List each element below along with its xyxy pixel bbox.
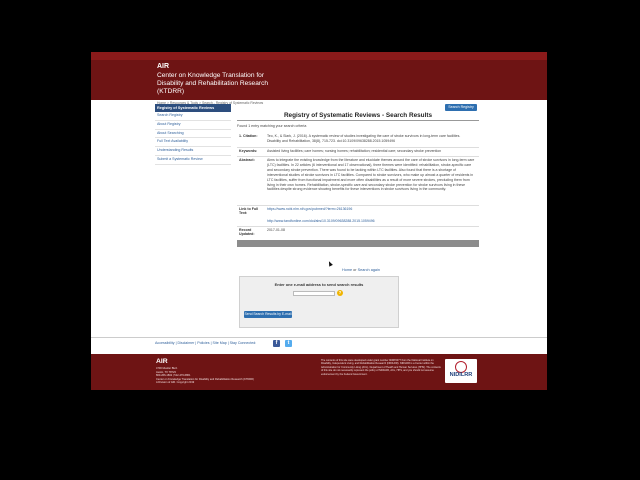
sidebar-item-about-searching[interactable]: About Searching — [155, 130, 231, 139]
site-title-line-1[interactable]: Center on Knowledge Translation for — [157, 72, 264, 79]
send-results-button[interactable]: Send Search Results by E-mail — [244, 311, 292, 318]
twitter-icon[interactable]: t — [285, 340, 292, 347]
footer-disclaimer: The contents of this site were developed… — [321, 359, 441, 376]
site-header: AIR Center on Knowledge Translation for … — [91, 60, 547, 100]
keywords-label: Keywords: — [239, 149, 258, 153]
footer-divider — [91, 337, 547, 338]
full-text-link[interactable]: https://www.ncbi.nlm.nih.gov/pubmed/?ter… — [267, 207, 475, 212]
footer-nav[interactable]: Accessibility | Disclaimer | Policies | … — [155, 341, 256, 345]
title-divider — [237, 120, 479, 121]
air-logo[interactable]: AIR — [157, 63, 169, 70]
sidebar-item-full-text[interactable]: Full Text Availability — [155, 138, 231, 148]
sidebar-header: Registry of Systematic Reviews — [155, 104, 231, 112]
or-text: or — [353, 268, 357, 272]
browser-page: AIR Center on Knowledge Translation for … — [91, 52, 547, 390]
mouse-cursor-icon — [327, 260, 333, 267]
email-results-panel: Enter one e-mail address to send search … — [239, 276, 399, 328]
divider — [237, 147, 479, 148]
email-label: Enter one e-mail address to send search … — [274, 282, 364, 287]
divider — [237, 156, 479, 157]
email-input[interactable] — [293, 291, 335, 296]
top-strip — [91, 52, 547, 60]
footer-address: 4700 Mueller Blvd. Austin, TX 78723 800-… — [156, 367, 254, 385]
search-again-link[interactable]: Search again — [358, 268, 380, 272]
results-end-bar — [237, 240, 479, 247]
link-to-full-text-label: Link to Full Text: — [239, 207, 259, 215]
nidilrr-logo-text: NIDILRR — [449, 372, 473, 378]
abstract-value: Aims to integrate the existing knowledge… — [267, 158, 475, 192]
site-title-line-2[interactable]: Disability and Rehabilitation Research — [157, 80, 268, 87]
full-text-link-2[interactable]: http://www.tandfonline.com/doi/abs/10.31… — [267, 219, 475, 224]
record-updated-value: 2017-01-08 — [267, 228, 285, 232]
footer-air-logo[interactable]: AIR — [156, 358, 168, 365]
footer-address-line: A Division of AIR. Copyright 2019 — [156, 381, 195, 384]
sidebar: Registry of Systematic Reviews Search Re… — [155, 104, 231, 165]
sidebar-item-understanding-results[interactable]: Understanding Results — [155, 147, 231, 156]
divider — [237, 205, 479, 206]
divider — [237, 226, 479, 227]
help-icon[interactable]: ? — [337, 290, 343, 296]
keywords-value: Assisted living facilities; care homes; … — [267, 149, 442, 153]
sidebar-item-search-registry[interactable]: Search Registry — [155, 112, 231, 121]
facebook-icon[interactable]: f — [273, 340, 280, 347]
bottom-links: Home or Search again — [291, 268, 431, 272]
result-count: Found 1 entry matching your search crite… — [237, 124, 307, 128]
nidilrr-logo[interactable]: NIDILRR — [445, 359, 477, 383]
site-footer: AIR 4700 Mueller Blvd. Austin, TX 78723 … — [91, 354, 547, 390]
abstract-label: Abstract: — [239, 158, 255, 162]
sidebar-item-submit-review[interactable]: Submit a Systematic Review — [155, 156, 231, 165]
citation-value: Teo, K., & Slark, J. (2016). A systemati… — [267, 134, 461, 143]
home-link[interactable]: Home — [342, 268, 352, 272]
citation-label: 1. Citation: — [239, 134, 258, 138]
sidebar-item-about-registry[interactable]: About Registry — [155, 121, 231, 130]
record-updated-label: Record Updated: — [239, 228, 255, 236]
search-registry-button[interactable]: Search Registry — [445, 104, 477, 111]
page-title: Registry of Systematic Reviews - Search … — [283, 112, 433, 119]
site-title-line-3[interactable]: (KTDRR) — [157, 88, 184, 95]
